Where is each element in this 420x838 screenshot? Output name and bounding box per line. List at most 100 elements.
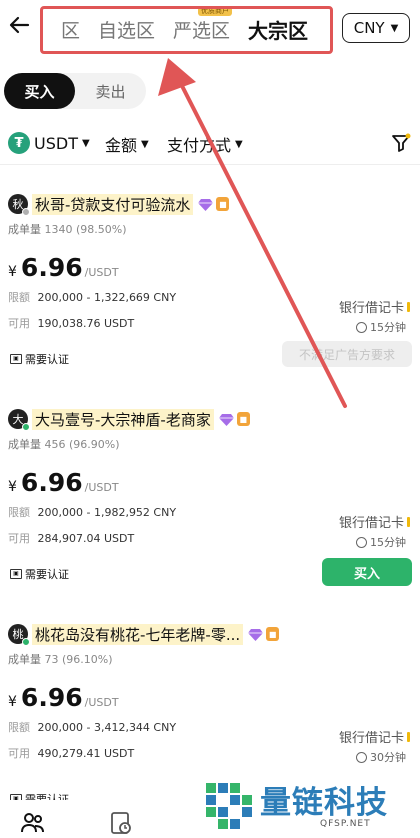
diamond-icon (218, 413, 234, 426)
available-label: 可用 (8, 317, 30, 330)
limit-value: 200,000 - 1,322,669 CNY (37, 291, 177, 304)
payment-label: 银行借记卡 (338, 301, 404, 316)
time-label: 15分钟 (370, 536, 406, 549)
amount-filter-label: 金额 (105, 136, 138, 155)
funnel-icon[interactable] (390, 132, 412, 154)
order-stats: 成单量 1340 (98.50%) (8, 221, 127, 237)
currency-symbol: ¥ (8, 694, 17, 710)
certification-badge: ▣ 需要认证 (10, 566, 69, 582)
payment-filter-label: 支付方式 (167, 136, 232, 155)
payment-label: 银行借记卡 (338, 731, 404, 746)
payment-bar-icon (407, 516, 410, 527)
watermark-text: 量链科技 (260, 785, 388, 821)
merchant-name[interactable]: 大马壹号-大宗神盾-老商家 (32, 408, 214, 430)
orders-label: 成单量 (8, 223, 41, 236)
filter-bar: ₮ USDT ▼ 金额 ▼ 支付方式 ▼ (0, 126, 420, 160)
caret-down-icon: ▼ (81, 137, 90, 149)
price-value: 6.96 (20, 253, 83, 282)
ad-card[interactable]: 大 大马壹号-大宗神盾-老商家 ■ 成单量 456 (96.90%) ¥ 6.9… (0, 408, 420, 620)
id-card-icon: ▣ (10, 569, 22, 579)
limit-label: 限额 (8, 291, 30, 304)
id-card-icon: ▣ (10, 354, 22, 364)
available-label: 可用 (8, 747, 30, 760)
limit-value: 200,000 - 3,412,344 CNY (37, 721, 177, 734)
limit-label: 限额 (8, 506, 30, 519)
status-dot (22, 638, 30, 646)
payment-method: 银行借记卡 (339, 512, 410, 531)
payment-time: 30分钟 (356, 749, 406, 765)
cert-label: 需要认证 (25, 568, 69, 581)
ad-card[interactable]: 秋 秋哥-贷款支付可验流水 ■ 成单量 1340 (98.50%) ¥ 6.96… (0, 193, 420, 405)
available-row: 可用 284,907.04 USDT (8, 530, 134, 546)
amount-filter[interactable]: 金额 ▼ (105, 132, 149, 156)
payment-bar-icon (407, 301, 410, 312)
shield-icon: ■ (266, 627, 280, 641)
available-value: 190,038.76 USDT (37, 317, 135, 330)
price: ¥ 6.96 /USDT (8, 683, 119, 712)
avatar[interactable]: 桃 (8, 624, 30, 646)
merchant-name[interactable]: 桃花岛没有桃花-七年老牌-零... (32, 623, 244, 645)
merchant-row: 大 大马壹号-大宗神盾-老商家 ■ (8, 408, 250, 431)
price-unit: /USDT (84, 481, 119, 494)
buy-tab[interactable]: 买入 (4, 73, 75, 109)
orders-label: 成单量 (8, 653, 41, 666)
available-value: 284,907.04 USDT (37, 532, 135, 545)
price-value: 6.96 (20, 683, 83, 712)
price: ¥ 6.96 /USDT (8, 468, 119, 497)
back-arrow-icon[interactable] (8, 14, 34, 42)
watermark-url: QFSP.NET (320, 819, 371, 829)
orders-clock-icon[interactable] (108, 810, 134, 836)
cert-label: 需要认证 (25, 353, 69, 366)
orders-value: 1340 (98.50%) (44, 223, 127, 236)
order-stats: 成单量 73 (96.10%) (8, 651, 113, 667)
buy-sell-toggle: 买入 卖出 (4, 73, 146, 109)
payment-method: 银行借记卡 (339, 727, 410, 746)
available-value: 490,279.41 USDT (37, 747, 135, 760)
currency-symbol: ¥ (8, 479, 17, 495)
disabled-action-button[interactable]: 不满足广告方要求 (282, 341, 412, 367)
price: ¥ 6.96 /USDT (8, 253, 119, 282)
time-label: 30分钟 (370, 751, 406, 764)
available-label: 可用 (8, 532, 30, 545)
caret-down-icon: ▼ (141, 138, 149, 150)
merchant-name[interactable]: 秋哥-贷款支付可验流水 (32, 193, 194, 215)
limit-row: 限额 200,000 - 1,982,952 CNY (8, 504, 176, 520)
orders-value: 456 (96.90%) (44, 438, 120, 451)
payment-time: 15分钟 (356, 534, 406, 550)
order-stats: 成单量 456 (96.90%) (8, 436, 120, 452)
limit-value: 200,000 - 1,982,952 CNY (37, 506, 177, 519)
certification-badge: ▣ 需要认证 (10, 351, 69, 367)
payment-method: 银行借记卡 (339, 297, 410, 316)
payment-bar-icon (407, 731, 410, 742)
avatar[interactable]: 大 (8, 409, 30, 431)
merchant-row: 秋 秋哥-贷款支付可验流水 ■ (8, 193, 230, 216)
watermark-mosaic-icon (206, 783, 252, 829)
buy-button[interactable]: 买入 (322, 558, 412, 586)
users-icon[interactable] (20, 810, 46, 836)
caret-down-icon: ▼ (390, 22, 399, 34)
time-label: 15分钟 (370, 321, 406, 334)
coin-filter[interactable]: ₮ USDT ▼ (8, 132, 90, 154)
orders-label: 成单量 (8, 438, 41, 451)
limit-row: 限额 200,000 - 3,412,344 CNY (8, 719, 176, 735)
annotation-highlight-box (40, 6, 333, 54)
sell-tab[interactable]: 卖出 (75, 73, 146, 109)
price-unit: /USDT (84, 266, 119, 279)
clock-icon (356, 321, 367, 333)
divider (0, 164, 420, 165)
avatar[interactable]: 秋 (8, 194, 30, 216)
payment-filter[interactable]: 支付方式 ▼ (167, 132, 243, 156)
orders-value: 73 (96.10%) (44, 653, 113, 666)
shield-icon: ■ (216, 197, 230, 211)
currency-label: CNY (353, 19, 385, 37)
watermark-logo: 量链科技 QFSP.NET (200, 775, 420, 838)
currency-symbol: ¥ (8, 264, 17, 280)
clock-icon (356, 536, 367, 548)
payment-label: 银行借记卡 (338, 516, 404, 531)
caret-down-icon: ▼ (235, 138, 243, 150)
status-dot (22, 208, 30, 216)
usdt-icon: ₮ (8, 132, 30, 154)
currency-selector[interactable]: CNY ▼ (342, 13, 410, 43)
limit-label: 限额 (8, 721, 30, 734)
coin-filter-label: USDT (34, 133, 78, 153)
